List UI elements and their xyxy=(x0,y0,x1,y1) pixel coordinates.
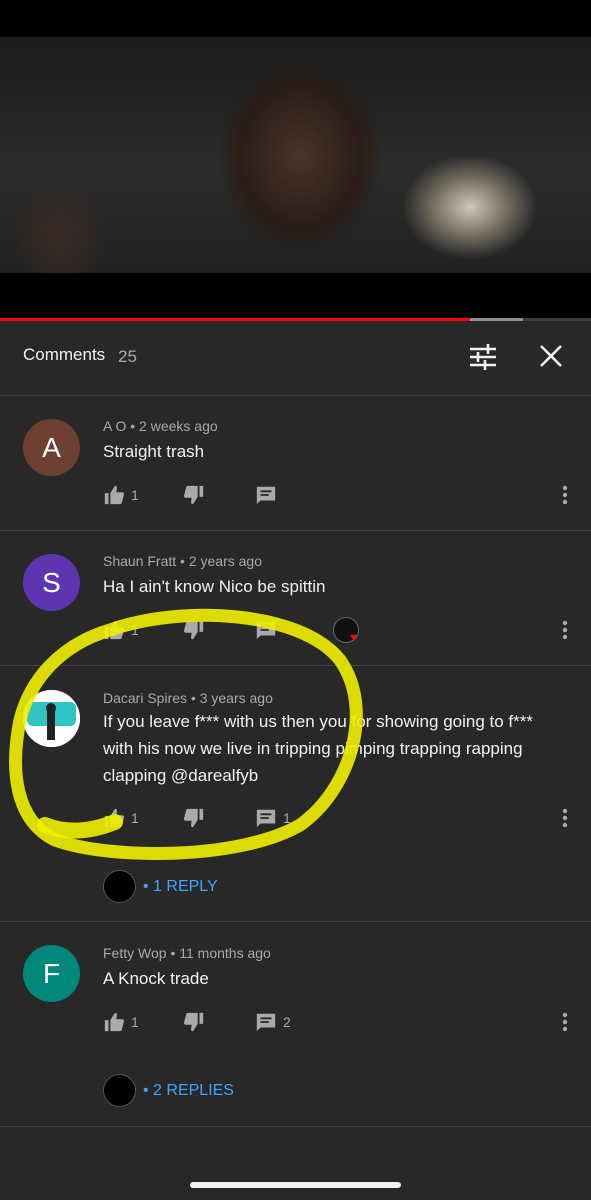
comment-time: 2 years ago xyxy=(188,553,263,569)
comment-actions: 1 2 xyxy=(103,1011,573,1037)
replier-avatar xyxy=(103,1074,136,1107)
comment-author[interactable]: A O xyxy=(103,418,126,434)
comment-item: Dacari Spires • 3 years ago If you leave… xyxy=(0,666,591,922)
view-replies-link[interactable]: • 2 REPLIES xyxy=(143,1082,234,1100)
comment-time: 11 months ago xyxy=(179,945,271,961)
sort-filter-icon[interactable] xyxy=(468,342,498,372)
thumbs-up-icon[interactable] xyxy=(103,484,125,506)
reply-icon[interactable] xyxy=(255,484,277,506)
comment-author[interactable]: Fetty Wop xyxy=(103,945,167,961)
status-bar xyxy=(0,0,591,37)
reply-icon[interactable] xyxy=(255,807,277,829)
comment-text: A Knock trade xyxy=(103,969,209,988)
replier-avatar xyxy=(103,870,136,903)
meta-separator: • xyxy=(190,690,196,706)
avatar-letter: A xyxy=(42,431,61,463)
reply-icon[interactable] xyxy=(255,619,277,641)
more-options-icon[interactable] xyxy=(558,619,572,641)
more-options-icon[interactable] xyxy=(558,1011,572,1033)
comment-text: Straight trash xyxy=(103,442,205,461)
comment-item: A A O • 2 weeks ago Straight trash 1 xyxy=(0,396,591,531)
view-replies-link[interactable]: • 1 REPLY xyxy=(143,878,218,896)
avatar[interactable]: A xyxy=(23,419,80,476)
heart-icon: ♥ xyxy=(350,630,358,644)
comment-item: S Shaun Fratt • 2 years ago Ha I ain't k… xyxy=(0,531,591,666)
comments-count: 25 xyxy=(118,347,137,366)
avatar-letter: S xyxy=(42,566,61,598)
comment-meta: Fetty Wop • 11 months ago xyxy=(103,945,271,961)
video-letterbox xyxy=(0,273,591,318)
avatar[interactable]: F xyxy=(23,945,80,1002)
thumbs-up-icon[interactable] xyxy=(103,619,125,641)
thumbs-down-icon[interactable] xyxy=(183,807,205,829)
reply-count: 2 xyxy=(283,1014,291,1030)
thumbs-up-icon[interactable] xyxy=(103,807,125,829)
comments-header: Comments 25 xyxy=(0,321,591,396)
avatar[interactable]: S xyxy=(23,554,80,611)
comment-time: 3 years ago xyxy=(199,690,273,706)
comment-author[interactable]: Dacari Spires xyxy=(103,690,187,706)
meta-separator: • xyxy=(130,418,136,434)
close-icon[interactable] xyxy=(538,343,564,369)
more-options-icon[interactable] xyxy=(558,807,572,829)
comment-actions: 1 1 xyxy=(103,807,573,833)
comment-meta: A O • 2 weeks ago xyxy=(103,418,218,434)
comment-actions: 1 ♥ xyxy=(103,617,573,645)
comment-time: 2 weeks ago xyxy=(139,418,218,434)
avatar-letter: F xyxy=(42,957,61,989)
comment-text: If you leave f*** with us then you for s… xyxy=(103,712,533,785)
comment-text: Ha I ain't know Nico be spittin xyxy=(103,577,326,596)
meta-separator: • xyxy=(180,553,185,569)
thumbs-down-icon[interactable] xyxy=(183,1011,205,1033)
creator-heart-avatar: ♥ xyxy=(333,617,359,643)
reply-count: 1 xyxy=(283,810,291,826)
like-count: 1 xyxy=(131,1014,139,1030)
meta-separator: • xyxy=(170,945,176,961)
reply-icon[interactable] xyxy=(255,1011,277,1033)
like-count: 1 xyxy=(131,487,139,503)
thumbs-down-icon[interactable] xyxy=(183,484,205,506)
comment-meta: Dacari Spires • 3 years ago xyxy=(103,690,273,706)
profile-image xyxy=(23,690,80,747)
thumbs-up-icon[interactable] xyxy=(103,1011,125,1033)
like-count: 1 xyxy=(131,810,139,826)
more-options-icon[interactable] xyxy=(558,484,572,506)
comment-actions: 1 xyxy=(103,484,573,510)
video-player[interactable] xyxy=(0,37,591,273)
like-count: 1 xyxy=(131,622,139,638)
comments-title: Comments xyxy=(23,345,106,364)
comment-author[interactable]: Shaun Fratt xyxy=(103,553,176,569)
comment-meta: Shaun Fratt • 2 years ago xyxy=(103,553,262,569)
comment-item: F Fetty Wop • 11 months ago A Knock trad… xyxy=(0,922,591,1127)
thumbs-down-icon[interactable] xyxy=(183,619,205,641)
home-indicator[interactable] xyxy=(190,1182,401,1188)
avatar[interactable] xyxy=(23,690,80,747)
